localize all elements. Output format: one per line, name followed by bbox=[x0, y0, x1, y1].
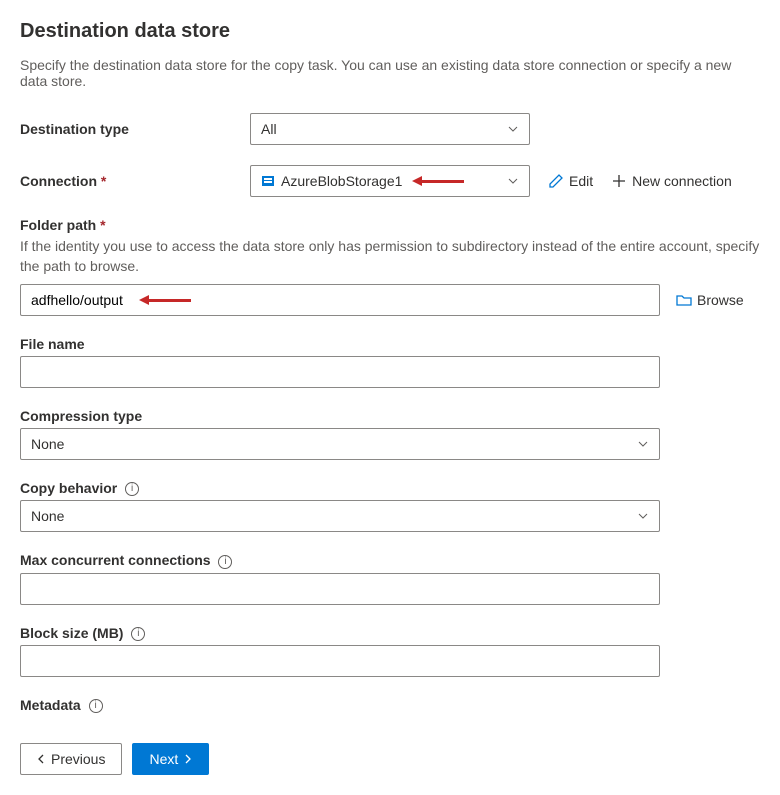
destination-type-value: All bbox=[261, 121, 277, 137]
compression-type-select[interactable]: None bbox=[20, 428, 660, 460]
annotation-arrow bbox=[414, 176, 464, 186]
chevron-down-icon bbox=[507, 123, 519, 135]
chevron-right-icon bbox=[182, 754, 192, 764]
block-size-label: Block size (MB) i bbox=[20, 625, 760, 641]
folder-path-input[interactable] bbox=[20, 284, 660, 316]
folder-icon bbox=[676, 292, 692, 308]
destination-type-label: Destination type bbox=[20, 121, 250, 137]
page-title: Destination data store bbox=[20, 20, 760, 43]
max-concurrent-input[interactable] bbox=[20, 573, 660, 605]
compression-type-label: Compression type bbox=[20, 408, 760, 424]
annotation-arrow bbox=[141, 295, 191, 305]
info-icon[interactable]: i bbox=[125, 482, 139, 496]
chevron-left-icon bbox=[37, 754, 47, 764]
connection-select[interactable]: AzureBlobStorage1 bbox=[250, 165, 530, 197]
chevron-down-icon bbox=[637, 510, 649, 522]
previous-button[interactable]: Previous bbox=[20, 743, 122, 775]
page-description: Specify the destination data store for t… bbox=[20, 57, 760, 89]
folder-path-help: If the identity you use to access the da… bbox=[20, 237, 760, 276]
file-name-label: File name bbox=[20, 336, 760, 352]
info-icon[interactable]: i bbox=[218, 555, 232, 569]
plus-icon bbox=[611, 173, 627, 189]
metadata-label: Metadata i bbox=[20, 697, 760, 713]
info-icon[interactable]: i bbox=[89, 699, 103, 713]
connection-label: Connection * bbox=[20, 173, 250, 189]
copy-behavior-label: Copy behavior i bbox=[20, 480, 760, 496]
edit-connection-button[interactable]: Edit bbox=[548, 173, 593, 189]
destination-type-select[interactable]: All bbox=[250, 113, 530, 145]
max-concurrent-label: Max concurrent connections i bbox=[20, 552, 760, 568]
new-connection-button[interactable]: New connection bbox=[611, 173, 732, 189]
compression-type-value: None bbox=[31, 436, 64, 452]
folder-path-label: Folder path * bbox=[20, 217, 760, 233]
block-size-input[interactable] bbox=[20, 645, 660, 677]
blob-storage-icon bbox=[261, 174, 275, 188]
next-button[interactable]: Next bbox=[132, 743, 209, 775]
copy-behavior-select[interactable]: None bbox=[20, 500, 660, 532]
file-name-input[interactable] bbox=[20, 356, 660, 388]
connection-value: AzureBlobStorage1 bbox=[281, 173, 402, 189]
info-icon[interactable]: i bbox=[131, 627, 145, 641]
required-indicator: * bbox=[100, 217, 105, 233]
browse-button[interactable]: Browse bbox=[676, 292, 744, 308]
copy-behavior-value: None bbox=[31, 508, 64, 524]
required-indicator: * bbox=[101, 173, 106, 189]
chevron-down-icon bbox=[507, 175, 519, 187]
pencil-icon bbox=[548, 173, 564, 189]
chevron-down-icon bbox=[637, 438, 649, 450]
